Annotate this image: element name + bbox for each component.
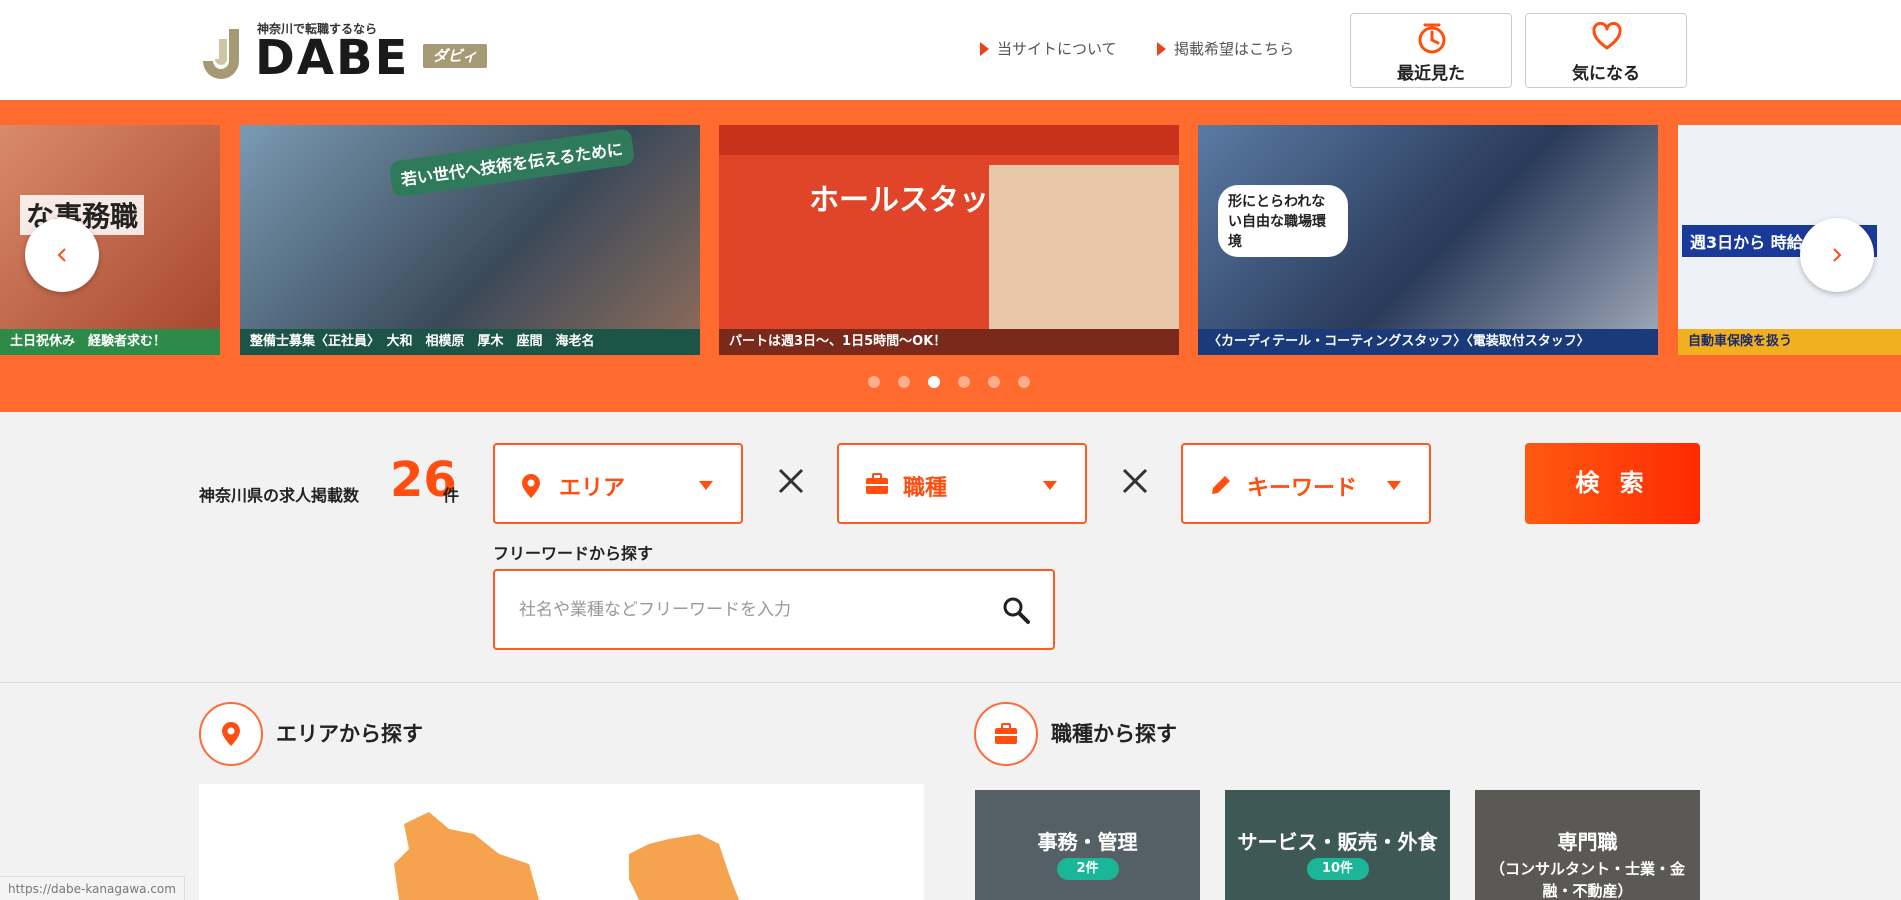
search-icon[interactable] [1001,595,1031,625]
keyword-select[interactable]: キーワード [1181,443,1431,524]
map-pin-icon [222,722,240,746]
nav-listing-label: 掲載希望はこちら [1174,40,1295,58]
slide-caption: 整備士募集〈正社員〉 大和 相模原 厚木 座間 海老名 [240,329,700,355]
map-pin-icon [522,474,540,498]
carousel-dot[interactable] [898,376,910,388]
job-count-label: 神奈川県の求人掲載数 [199,486,360,505]
carousel-next-button[interactable] [1800,218,1874,292]
slide-caption: パートは週3日〜、1日5時間〜OK！ [719,329,1179,355]
caret-down-icon [1043,481,1057,490]
slide-caption: 土日祝休み 経験者求む！ [0,329,220,355]
area-map[interactable] [199,784,924,900]
carousel-prev-button[interactable] [25,218,99,292]
logo-mark-icon [203,29,239,79]
area-section-title: エリアから探す [276,722,423,746]
area-select-label: エリア [559,476,626,501]
cross-icon [1122,468,1148,494]
area-select[interactable]: エリア [493,443,743,524]
job-section-title: 職種から探す [1051,722,1177,746]
category-title: 事務・管理 [1037,830,1138,854]
freeword-input[interactable] [519,597,979,623]
nav-listing-link[interactable]: 掲載希望はこちら [1157,38,1294,59]
carousel-dot[interactable] [988,376,1000,388]
nav-about-label: 当サイトについて [997,40,1117,58]
job-type-select-label: 職種 [903,476,948,501]
pencil-icon [1212,476,1230,494]
category-count-badge: 2件 [1056,858,1119,880]
triangle-right-icon [1157,41,1166,56]
briefcase-icon [866,473,888,494]
site-header: 神奈川で転職するなら DABE ダビィ 当サイトについて 掲載希望はこちら 最近… [0,0,1901,100]
category-count-badge: 10件 [1306,858,1369,880]
section-divider [0,682,1901,683]
map-region[interactable] [629,834,739,900]
slide-caption: 〈カーディテール・コーティングスタッフ〉〈電装取付スタッフ〉 [1198,329,1658,355]
chevron-left-icon [57,248,66,262]
briefcase-icon [995,723,1017,744]
banner-slide[interactable]: 若い世代へ技術を伝えるために 整備士募集〈正社員〉 大和 相模原 厚木 座間 海… [240,125,700,355]
category-card-office[interactable]: 事務・管理 2件 [975,790,1200,900]
site-logo[interactable]: 神奈川で転職するなら DABE ダビィ [199,20,489,84]
recently-viewed-button[interactable]: 最近見た [1350,13,1512,88]
heart-icon [1592,22,1622,50]
freeword-box [493,569,1055,650]
slide-headline: 形にとらわれない自由な職場環境 [1218,185,1348,257]
area-section-icon [199,702,263,766]
caret-down-icon [1387,481,1401,490]
logo-wordmark: DABE [255,30,410,86]
chevron-right-icon [1833,248,1842,262]
keyword-select-label: キーワード [1247,476,1358,501]
slide-caption: 自動車保険を扱う [1678,329,1901,355]
job-count-unit: 件 [443,486,460,505]
banner-slide[interactable]: 形にとらわれない自由な職場環境 〈カーディテール・コーティングスタッフ〉〈電装取… [1198,125,1658,355]
cross-icon [778,468,804,494]
job-type-select[interactable]: 職種 [837,443,1087,524]
carousel-dots [868,376,1030,388]
map-region[interactable] [394,812,539,900]
category-subtitle: （コンサルタント・士業・金融・不動産） [1489,860,1685,900]
job-section-icon [974,702,1038,766]
triangle-right-icon [980,41,989,56]
status-bar-url: https://dabe-kanagawa.com [0,876,185,900]
favorites-label: 気になる [1572,64,1640,84]
caret-down-icon [699,481,713,490]
clock-icon [1418,23,1446,54]
category-title: 専門職 [1557,830,1618,854]
favorites-button[interactable]: 気になる [1525,13,1687,88]
freeword-label: フリーワードから探す [493,544,654,563]
carousel-dot[interactable] [1018,376,1030,388]
carousel-dot[interactable] [868,376,880,388]
search-button[interactable]: 検 索 [1525,443,1700,524]
banner-carousel[interactable]: な事務職 土日祝休み 経験者求む！ 若い世代へ技術を伝えるために 整備士募集〈正… [0,100,1901,412]
recently-viewed-label: 最近見た [1397,64,1465,84]
carousel-dot-active[interactable] [928,376,940,388]
carousel-dot[interactable] [958,376,970,388]
slide-headline: ホールスタッフ [809,183,1019,218]
kanagawa-map[interactable] [199,784,924,900]
category-card-specialist[interactable]: 専門職 （コンサルタント・士業・金融・不動産） [1475,790,1700,900]
category-card-service[interactable]: サービス・販売・外食 10件 [1225,790,1450,900]
category-title: サービス・販売・外食 [1237,830,1438,854]
nav-about-link[interactable]: 当サイトについて [980,38,1117,59]
logo-badge: ダビィ [423,44,487,68]
banner-slide[interactable]: ホールスタッフ パートは週3日〜、1日5時間〜OK！ [719,125,1179,355]
